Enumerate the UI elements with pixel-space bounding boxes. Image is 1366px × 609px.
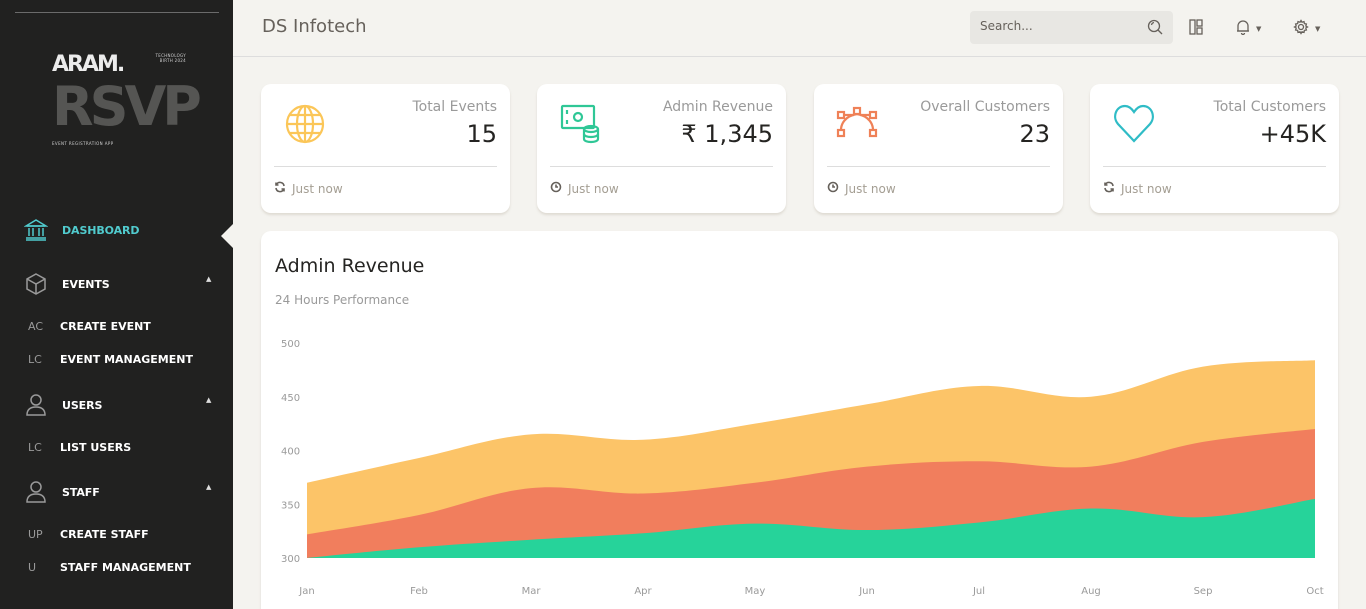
card-divider: [550, 166, 773, 167]
card-title: Overall Customers: [920, 99, 1050, 115]
card-title: Admin Revenue: [662, 99, 773, 115]
card-divider: [827, 166, 1050, 167]
y-tick-label: 500: [281, 339, 300, 350]
subitem-label: STAFF MANAGEMENT: [60, 561, 191, 574]
caret-down-icon: ▼: [1256, 25, 1262, 33]
card-divider: [1103, 166, 1326, 167]
subitem-abbr: LC: [28, 441, 42, 454]
y-tick-label: 300: [281, 554, 300, 565]
user-icon: [24, 480, 48, 504]
card-divider: [274, 166, 497, 167]
vector-icon: [836, 102, 880, 146]
x-tick-label: Jul: [972, 586, 985, 597]
x-tick-label: Apr: [634, 586, 652, 597]
card-footer-text: Just now: [845, 181, 896, 196]
sidebar-divider: [15, 12, 219, 13]
stat-card-overall-customers: Overall Customers 23 Just now: [814, 84, 1063, 213]
logo-aram: ARAM.: [52, 52, 125, 77]
heart-icon: [1112, 102, 1156, 146]
refresh-icon[interactable]: [1103, 181, 1115, 196]
card-footer-text: Just now: [292, 181, 343, 196]
card-value: +45K: [1259, 120, 1326, 148]
y-tick-label: 450: [281, 393, 300, 404]
subitem-label: LIST USERS: [60, 441, 132, 454]
settings-dropdown[interactable]: ▼: [1293, 19, 1320, 39]
card-footer: Just now: [1103, 181, 1172, 196]
subitem-label: CREATE STAFF: [60, 528, 149, 541]
x-tick-label: Sep: [1194, 586, 1213, 597]
subitem-label: CREATE EVENT: [60, 320, 151, 333]
box-icon: [24, 272, 48, 296]
navbar-brand[interactable]: DS Infotech: [262, 16, 367, 37]
notifications-dropdown[interactable]: ▼: [1236, 19, 1261, 39]
logo-rsvp: RSVP: [52, 75, 202, 138]
bank-icon: [24, 218, 48, 242]
search-input[interactable]: [980, 19, 1140, 33]
card-footer: Just now: [274, 181, 343, 196]
card-footer: Just now: [550, 181, 619, 196]
area-chart: 300 350 400 450 500 Jan Feb Mar Apr May Jun Jul Aug S…: [281, 339, 1324, 597]
x-tick-label: Oct: [1306, 586, 1323, 597]
x-tick-label: Jun: [858, 586, 875, 597]
x-tick-label: Jan: [298, 586, 314, 597]
subitem-abbr: LC: [28, 353, 42, 366]
stat-card-total-events: Total Events 15 Just now: [261, 84, 510, 213]
stat-card-admin-revenue: Admin Revenue ₹ 1,345 Just now: [537, 84, 786, 213]
layout-icon[interactable]: [1189, 19, 1203, 35]
x-tick-label: Feb: [410, 586, 428, 597]
card-footer-text: Just now: [1121, 181, 1172, 196]
card-value: 15: [466, 120, 497, 148]
card-footer: Just now: [827, 181, 896, 196]
clock-icon: [827, 181, 839, 196]
logo-tech: TECHNOLOGY BIRTH 2024: [155, 53, 186, 63]
subitem-abbr: UP: [28, 528, 43, 541]
y-tick-label: 400: [281, 447, 300, 458]
sidebar-item-label: EVENTS: [62, 277, 110, 291]
top-navbar: DS Infotech ▼ ▼: [233, 0, 1366, 57]
card-footer-text: Just now: [568, 181, 619, 196]
subitem-abbr: AC: [28, 320, 44, 333]
globe-icon: [283, 102, 327, 146]
clock-icon: [550, 181, 562, 196]
subitem-label: EVENT MANAGEMENT: [60, 353, 193, 366]
card-title: Total Customers: [1213, 99, 1326, 115]
caret-down-icon: ▼: [1315, 25, 1321, 33]
logo-tagline: EVENT REGISTRATION APP: [52, 141, 114, 146]
card-value: 23: [1019, 120, 1050, 148]
x-tick-label: Mar: [522, 586, 542, 597]
user-icon: [24, 393, 48, 417]
x-tick-label: May: [745, 586, 766, 597]
x-tick-label: Aug: [1081, 586, 1101, 597]
search-icon[interactable]: [1147, 19, 1163, 39]
caret-up-icon: ▲: [206, 483, 212, 491]
gear-icon: [1293, 19, 1309, 39]
refresh-icon[interactable]: [274, 181, 286, 196]
stat-card-total-customers: Total Customers +45K Just now: [1090, 84, 1339, 213]
caret-up-icon: ▲: [206, 275, 212, 283]
card-value: ₹ 1,345: [681, 120, 773, 148]
y-tick-label: 350: [281, 500, 300, 511]
sidebar: ARAM. TECHNOLOGY BIRTH 2024 RSVP EVENT R…: [0, 0, 233, 609]
money-coins-icon: [559, 102, 603, 146]
sidebar-item-label: STAFF: [62, 485, 100, 499]
bell-icon: [1236, 19, 1250, 39]
caret-up-icon: ▲: [206, 396, 212, 404]
search-box: [970, 11, 1173, 44]
subitem-abbr: U: [28, 561, 37, 574]
admin-revenue-chart-card: Admin Revenue 24 Hours Performance 300 35…: [261, 231, 1338, 609]
sidebar-item-label: DASHBOARD: [62, 223, 140, 237]
card-title: Total Events: [412, 99, 497, 115]
logo[interactable]: ARAM. TECHNOLOGY BIRTH 2024 RSVP EVENT R…: [52, 50, 202, 150]
sidebar-item-label: USERS: [62, 398, 103, 412]
